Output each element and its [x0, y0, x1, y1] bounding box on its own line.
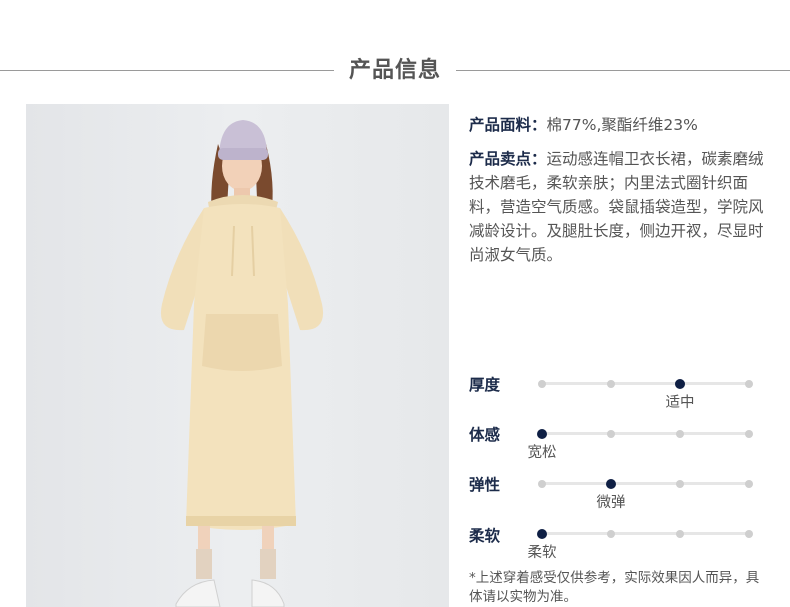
attr-elasticity-label: 弹性	[469, 476, 501, 494]
scale-active-dot	[537, 428, 547, 439]
scale-tick-dot	[745, 379, 753, 388]
scale-tick-dot	[745, 529, 753, 538]
disclaimer-note: *上述穿着感受仅供参考，实际效果因人而异，具体请以实物为准。	[469, 570, 760, 605]
fabric-label: 产品面料：	[469, 116, 547, 134]
attr-softness-label: 柔软	[469, 527, 501, 545]
product-info: 产品面料：棉77%,聚酯纤维23% 产品卖点：运动感连帽卫衣长裙，碳素磨绒技术磨…	[469, 113, 769, 267]
scale-tick-dot	[607, 379, 615, 388]
product-photo	[26, 104, 449, 607]
section-title: 产品信息	[348, 58, 441, 83]
attr-elasticity-value: 微弹	[596, 495, 626, 511]
scale-tick-dot	[538, 479, 546, 488]
scale-tick-dot	[745, 479, 753, 488]
model-illustration	[160, 120, 324, 607]
scale-active-dot	[606, 478, 616, 489]
selling-points: 产品卖点：运动感连帽卫衣长裙，碳素磨绒技术磨毛，柔软亲肤；内里法式圈针织面料，营…	[469, 147, 769, 267]
section-header: 产品信息	[0, 52, 790, 92]
scale-tick-dot	[676, 429, 684, 438]
attr-thickness-value: 适中	[665, 395, 695, 411]
fabric-line: 产品面料：棉77%,聚酯纤维23%	[469, 113, 769, 137]
attr-thickness-label: 厚度	[469, 376, 501, 394]
header-divider-right	[456, 70, 790, 71]
scale-active-dot	[537, 528, 547, 539]
attr-fit-value: 宽松	[527, 445, 557, 461]
attr-thickness-scale	[538, 378, 753, 389]
selling-points-label: 产品卖点：	[469, 150, 547, 168]
scale-tick-dot	[745, 429, 753, 438]
attr-fit-scale	[537, 428, 753, 439]
attr-fit-label: 体感	[469, 426, 501, 444]
attr-softness-value: 柔软	[527, 545, 557, 561]
attr-softness-scale	[537, 528, 753, 539]
scale-tick-dot	[676, 529, 684, 538]
fabric-value: 棉77%,聚酯纤维23%	[546, 116, 698, 134]
scale-tick-dot	[607, 529, 615, 538]
attr-elasticity-scale	[538, 478, 753, 489]
header-divider-left	[0, 70, 334, 71]
scale-active-dot	[675, 378, 685, 389]
scale-tick-dot	[607, 429, 615, 438]
scale-tick-dot	[538, 379, 546, 388]
scale-tick-dot	[676, 479, 684, 488]
